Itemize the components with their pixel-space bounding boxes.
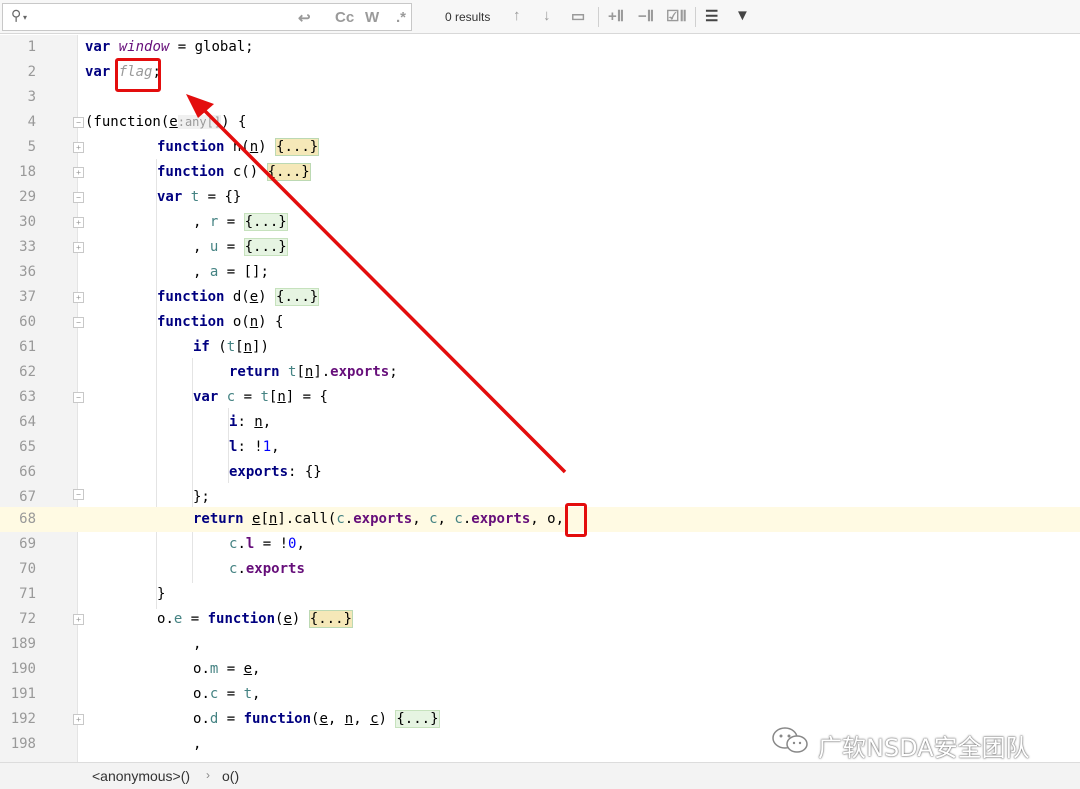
- breadcrumb: <anonymous>() › o(): [0, 762, 1080, 789]
- breadcrumb-item[interactable]: o(): [222, 768, 239, 784]
- annotation-arrow-shaft: [198, 104, 567, 474]
- chevron-right-icon: ›: [206, 768, 210, 782]
- wechat-logo-icon: [772, 727, 808, 753]
- breadcrumb-item[interactable]: <anonymous>(): [92, 768, 190, 784]
- annotation-arrow: [186, 94, 567, 474]
- watermark-text: 广软NSDA安全团队: [818, 734, 1030, 762]
